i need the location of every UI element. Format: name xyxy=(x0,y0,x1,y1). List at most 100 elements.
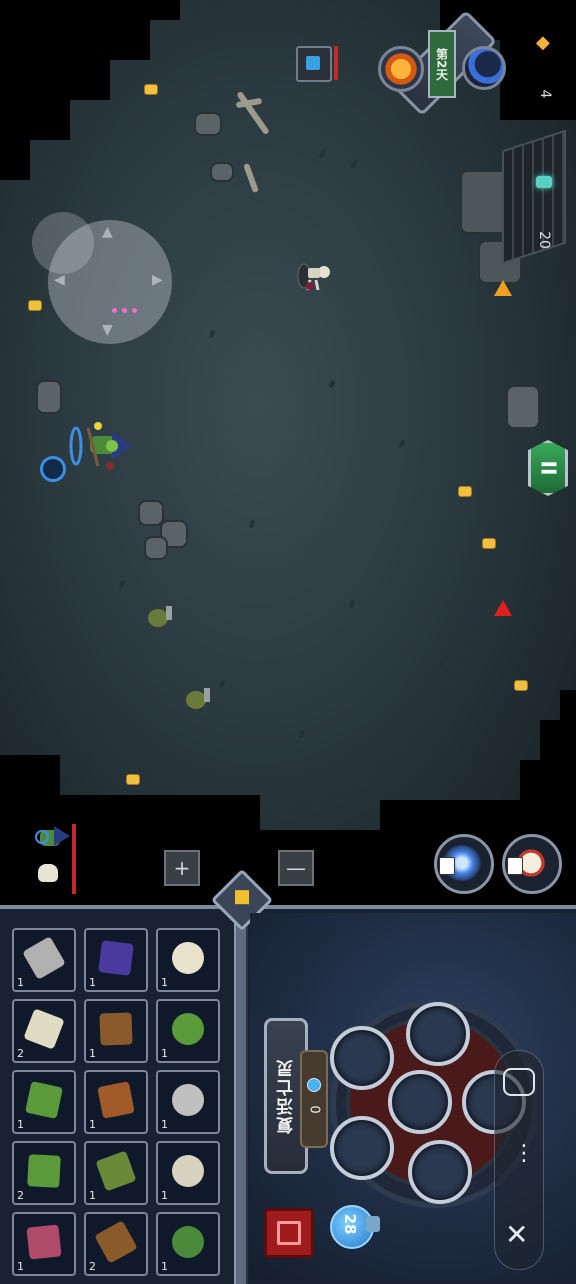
inventory-count: 1 xyxy=(161,1047,168,1060)
joystick-knob[interactable] xyxy=(32,212,94,274)
staff-arm-icon xyxy=(94,1220,138,1264)
panel-divider xyxy=(234,909,248,1284)
soul-orb-icon xyxy=(40,456,66,482)
game-map[interactable]: 第2天 ◆ 4 20 ▲ ▼ ◀ ▶ II + — xyxy=(0,0,576,900)
enemy-count: 20 xyxy=(536,231,552,249)
inventory-slot-zombie-leg-red[interactable]: 1 xyxy=(12,1212,76,1276)
skeleton-enemy xyxy=(297,263,330,291)
joystick-down-icon: ▼ xyxy=(102,322,113,338)
inventory-slot-skeleton-body[interactable]: 1 xyxy=(84,928,148,992)
zoom-out-button[interactable]: — xyxy=(278,850,314,886)
potion-neck xyxy=(366,1216,380,1232)
zombie-enemy xyxy=(186,688,210,709)
zombie-enemy xyxy=(148,606,172,627)
inventory-slot-zombie-leg[interactable]: 1 xyxy=(12,1070,76,1134)
more-vertical-icon[interactable]: ⋮ xyxy=(513,1143,535,1165)
player-necromancer xyxy=(69,422,132,470)
inventory-count: 1 xyxy=(89,1118,96,1131)
tower-gem-icon xyxy=(536,176,552,188)
revive-slot[interactable] xyxy=(330,1116,394,1180)
inventory-slot-zombie-head[interactable]: 1 xyxy=(156,999,220,1063)
inventory-slot-skull[interactable]: 1 xyxy=(156,928,220,992)
summon-skill-button[interactable] xyxy=(502,834,562,894)
inventory-count: 1 xyxy=(17,1118,24,1131)
dagger-icon xyxy=(22,936,66,980)
inventory-count: 1 xyxy=(161,1189,168,1202)
card-icon xyxy=(439,857,455,875)
crossbow-arm-icon xyxy=(97,1081,135,1119)
close-icon[interactable]: ✕ xyxy=(505,1218,528,1251)
pause-button[interactable]: II xyxy=(528,440,568,496)
ribcage-icon xyxy=(168,1151,208,1191)
skull-icon xyxy=(168,938,208,978)
discard-button[interactable] xyxy=(264,1208,314,1258)
enemy-eyes xyxy=(112,308,117,313)
rock xyxy=(210,162,234,182)
inventory-count: 1 xyxy=(161,1260,168,1273)
zombie-leg-green-icon xyxy=(27,1154,61,1188)
revive-label: 复活亡灵 xyxy=(276,1058,297,1134)
inventory-slot-crossbow-arm[interactable]: 1 xyxy=(84,1070,148,1134)
zombie-torso-icon xyxy=(169,1223,207,1261)
inventory-count: 1 xyxy=(89,976,96,989)
pause-icon: II xyxy=(535,460,560,476)
gold-coin[interactable] xyxy=(28,300,42,311)
joystick-up-icon: ▲ xyxy=(102,224,113,240)
inventory-slot-green-bow-arm[interactable]: 1 xyxy=(84,1141,148,1205)
gold-coin[interactable] xyxy=(126,774,140,785)
joystick-left-icon: ◀ xyxy=(54,272,65,288)
day-label-box: 第2天 xyxy=(428,30,456,98)
inventory-count: 1 xyxy=(89,1047,96,1060)
inventory-count: 2 xyxy=(17,1047,24,1060)
revive-slot[interactable] xyxy=(388,1070,452,1134)
inventory-count: 2 xyxy=(89,1260,96,1273)
inventory-count: 2 xyxy=(17,1189,24,1202)
green-bow-arm-icon xyxy=(95,1150,137,1192)
zombie-head-icon xyxy=(166,1007,210,1051)
joystick-right-icon: ▶ xyxy=(152,272,163,288)
gold-coin[interactable] xyxy=(482,538,496,549)
inventory-slot-zombie-torso[interactable]: 1 xyxy=(156,1212,220,1276)
revive-slot[interactable] xyxy=(406,1002,470,1066)
zombie-leg-red-icon xyxy=(26,1224,62,1260)
inventory-count: 1 xyxy=(161,1118,168,1131)
revive-slot[interactable] xyxy=(408,1140,472,1204)
boss-indicator-icon[interactable] xyxy=(296,46,332,82)
player-avatar xyxy=(35,826,70,846)
moon-icon xyxy=(462,46,506,90)
skull-icon xyxy=(38,864,58,882)
inventory-slot-bone[interactable]: 2 xyxy=(12,999,76,1063)
warning-icon xyxy=(494,280,512,296)
necromancer-tower xyxy=(502,129,566,265)
mana-value: 28 xyxy=(341,1213,359,1235)
zoom-in-button[interactable]: + xyxy=(164,850,200,886)
inventory-slot-dagger[interactable]: 1 xyxy=(12,928,76,992)
soul-icon xyxy=(307,1078,321,1092)
gold-coin[interactable] xyxy=(144,84,158,95)
lightning-skill-button[interactable] xyxy=(434,834,494,894)
inventory-count: 1 xyxy=(89,1189,96,1202)
game-screen: 第2天 ◆ 4 20 ▲ ▼ ◀ ▶ II + — 1 1 1 2 1 1 1 … xyxy=(0,0,576,1284)
gold-coin[interactable] xyxy=(514,680,528,691)
boss-health-bar xyxy=(334,46,338,80)
inventory-slot-bow-arms[interactable]: 1 xyxy=(84,999,148,1063)
inventory-slot-zombie-leg-green[interactable]: 2 xyxy=(12,1141,76,1205)
gold-coin[interactable] xyxy=(458,486,472,497)
day-label: 第2天 xyxy=(434,47,449,81)
inventory-slot-staff-arm[interactable]: 2 xyxy=(84,1212,148,1276)
bow-arms-icon xyxy=(99,1012,133,1046)
skeleton-body-icon xyxy=(98,940,134,976)
inventory-count: 1 xyxy=(161,976,168,989)
gold-count: 4 xyxy=(537,89,553,99)
revive-slot[interactable] xyxy=(330,1026,394,1090)
soul-counter: 0 xyxy=(300,1050,328,1148)
inventory-slot-armored-skull[interactable]: 1 xyxy=(156,1070,220,1134)
rock xyxy=(194,112,222,136)
enemy-eyes xyxy=(132,308,137,313)
gamepad-icon[interactable] xyxy=(503,1068,535,1096)
zombie-leg-icon xyxy=(25,1081,63,1119)
bone-icon xyxy=(23,1008,65,1050)
day-night-indicator: 第2天 xyxy=(370,8,510,118)
inventory-slot-ribcage[interactable]: 1 xyxy=(156,1141,220,1205)
inventory-count: 1 xyxy=(17,1260,24,1273)
